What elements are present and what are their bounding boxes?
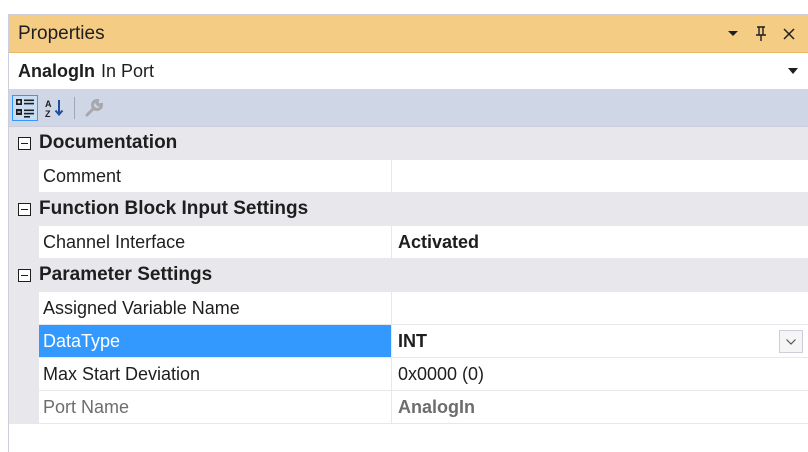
pin-icon[interactable] [748,21,774,47]
close-icon[interactable] [776,21,802,47]
category-documentation[interactable]: Documentation [9,127,808,160]
property-row-datatype[interactable]: DataType INT [9,325,808,358]
object-type: In Port [101,60,155,81]
categorized-view-icon[interactable] [12,94,38,121]
collapse-toggle-icon[interactable] [9,268,39,282]
svg-text:A: A [45,99,52,109]
collapse-toggle-icon[interactable] [9,202,39,216]
svg-text:Z: Z [45,109,51,119]
property-grid: Documentation Comment Function Block Inp… [9,127,808,424]
property-value[interactable] [392,160,808,193]
property-name: Assigned Variable Name [39,292,392,325]
property-name: Max Start Deviation [39,358,392,391]
property-row-assigned-variable-name[interactable]: Assigned Variable Name [9,292,808,325]
property-value-select[interactable]: INT [392,325,808,358]
category-label: Parameter Settings [39,264,213,285]
property-row-port-name[interactable]: Port Name AnalogIn [9,391,808,424]
window-position-dropdown-icon[interactable] [720,21,746,47]
property-name: Port Name [39,391,392,424]
property-row-max-start-deviation[interactable]: Max Start Deviation 0x0000 (0) [9,358,808,391]
object-name: AnalogIn [18,60,95,81]
alphabetical-sort-icon[interactable]: A Z [42,95,68,121]
property-value[interactable]: Activated [392,226,808,259]
selected-value: INT [398,330,427,351]
category-label: Function Block Input Settings [39,198,309,219]
panel-titlebar: Properties [9,15,808,53]
category-function-block-input-settings[interactable]: Function Block Input Settings [9,193,808,226]
property-value[interactable]: 0x0000 (0) [392,358,808,391]
properties-panel: Properties AnalogIn In Port A Z Document… [8,14,808,452]
chevron-down-icon[interactable] [779,330,803,353]
object-selector[interactable]: AnalogIn In Port [9,53,808,89]
chevron-down-icon[interactable] [782,66,804,77]
property-value[interactable] [392,292,808,325]
property-value: AnalogIn [392,391,808,424]
property-pages-wrench-icon[interactable] [81,95,107,121]
property-name: Comment [39,160,392,193]
property-name: Channel Interface [39,226,392,259]
property-row-comment[interactable]: Comment [9,160,808,193]
property-row-channel-interface[interactable]: Channel Interface Activated [9,226,808,259]
properties-toolbar: A Z [9,89,808,127]
property-name: DataType [39,325,392,358]
toolbar-separator [74,96,75,119]
category-label: Documentation [39,132,178,153]
collapse-toggle-icon[interactable] [9,136,39,150]
panel-title: Properties [18,22,105,44]
category-parameter-settings[interactable]: Parameter Settings [9,259,808,292]
